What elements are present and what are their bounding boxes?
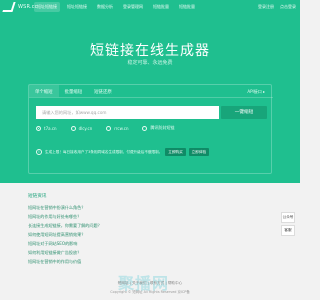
radio-icon[interactable]: [142, 125, 148, 131]
login-link[interactable]: 点击登录: [280, 2, 296, 12]
news-title: 短链资讯: [28, 194, 47, 199]
nav-item-6[interactable]: 短链批量: [176, 2, 198, 12]
logo-mark-icon: [2, 2, 16, 12]
nav-item-1[interactable]: 短址短链接: [34, 2, 60, 12]
site-logo[interactable]: WSR.cc: [2, 2, 38, 12]
radio-icon[interactable]: [70, 125, 76, 131]
api-link[interactable]: API接口 ▸: [247, 89, 265, 95]
news-item[interactable]: 短网址在营销中扮演什么角色？: [28, 203, 272, 212]
info-icon: !: [36, 149, 42, 155]
side-toolbar: 公众号 客服: [281, 212, 295, 236]
main-nav: 短址短链接 短址短链接 数据分析 登录管理网 短链批量 短链批量: [34, 2, 198, 12]
news-item[interactable]: 短网址对于网站SEO的影响: [28, 239, 272, 248]
shorten-button[interactable]: 一键缩短: [221, 106, 267, 119]
domain-option-3[interactable]: rrcw.cn: [106, 125, 128, 131]
nav-item-2[interactable]: 短址短链接: [64, 2, 90, 12]
news-item[interactable]: 长连接生成短链接，你需要了解的问题？: [28, 221, 272, 230]
service-button[interactable]: 客服: [281, 225, 295, 236]
try-button[interactable]: 立即体验: [188, 148, 210, 156]
news-item[interactable]: 如何利用短链接做广告投放？: [28, 248, 272, 257]
page-subtitle: 稳定可靠、永远免费: [127, 60, 173, 66]
notice-text: 生成上限！每日接收用户了3条相同域名生成限制，付费升级后不做限制。: [45, 149, 163, 154]
nav-item-3[interactable]: 数据分析: [94, 2, 116, 12]
url-input[interactable]: [36, 106, 219, 119]
top-nav-bar: WSR.cc 短址短链接 短址短链接 数据分析 登录管理网 短链批量 短链批量 …: [0, 0, 300, 14]
limit-notice: ! 生成上限！每日接收用户了3条相同域名生成限制，付费升级后不做限制。 立即购买…: [36, 148, 210, 156]
domain-option-1[interactable]: t7a.cn: [36, 125, 57, 131]
domain-option-label: 腾讯防封短链: [150, 125, 175, 130]
mode-tabs: 单个缩短 批量缩短 短链还原: [29, 85, 273, 98]
news-item[interactable]: 短网址的作用与好处有哪些？: [28, 212, 272, 221]
news-section: 短链资讯 短网址在营销中扮演什么角色？ 短网址的作用与好处有哪些？ 长连接生成短…: [28, 193, 272, 266]
radio-icon[interactable]: [36, 125, 41, 131]
domain-option-label: dlcy.cn: [78, 125, 93, 131]
shorten-panel: 单个缩短 批量缩短 短链还原 API接口 ▸ 一键缩短 t7a.cn dlcy.…: [28, 84, 273, 174]
nav-item-5[interactable]: 短链批量: [150, 2, 172, 12]
domain-option-2[interactable]: dlcy.cn: [70, 125, 93, 131]
domain-option-4[interactable]: 腾讯防封短链: [142, 125, 174, 131]
domain-option-label: t7a.cn: [44, 125, 57, 131]
radio-icon[interactable]: [106, 125, 112, 131]
wechat-button[interactable]: 公众号: [281, 212, 295, 223]
nav-item-4[interactable]: 登录管理网: [120, 2, 146, 12]
footer-copyright: Copyright © 短网址 All Rights Reserved 京ICP…: [110, 290, 190, 294]
news-item[interactable]: 如何使用短网址提高营销效果？: [28, 230, 272, 239]
tab-batch[interactable]: 批量缩短: [59, 85, 89, 97]
domain-option-label: rrcw.cn: [114, 125, 129, 131]
news-item[interactable]: 短网址在营销中的作用与价值: [28, 257, 272, 266]
auth-links: 登录注册 点击登录: [258, 2, 296, 12]
footer-links[interactable]: 短网址 | 关于我们 | 联系方式 | 帮助中心: [0, 281, 300, 286]
register-link[interactable]: 登录注册: [258, 2, 274, 12]
hero-banner: WSR.cc 短址短链接 短址短链接 数据分析 登录管理网 短链批量 短链批量 …: [0, 0, 300, 183]
buy-button[interactable]: 立即购买: [165, 148, 186, 156]
footer: 短网址 | 关于我们 | 联系方式 | 帮助中心 Copyright © 短网址…: [0, 281, 300, 294]
page-title: 短链接在线生成器: [90, 43, 210, 59]
tab-single[interactable]: 单个缩短: [29, 85, 59, 97]
tab-restore[interactable]: 短链还原: [88, 85, 118, 97]
domain-options: t7a.cn dlcy.cn rrcw.cn 腾讯防封短链: [36, 125, 174, 131]
